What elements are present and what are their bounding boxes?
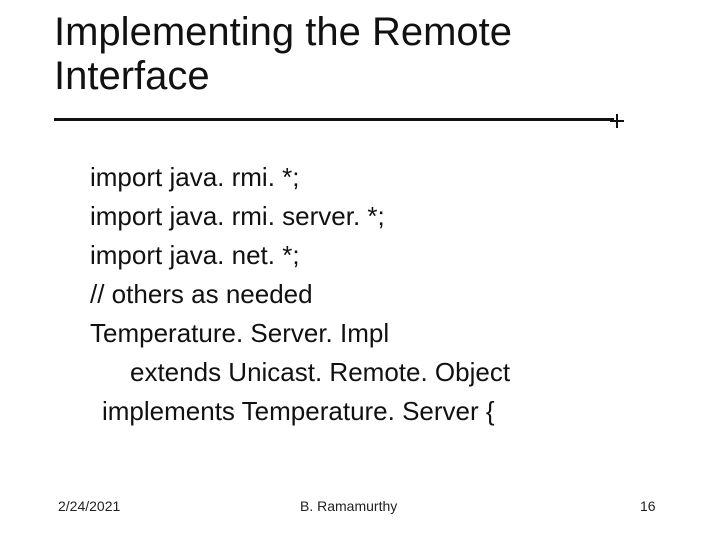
code-line: import java. rmi. server. *; [90, 197, 650, 236]
code-line: Temperature. Server. Impl [90, 314, 650, 353]
title-text: Implementing the Remote Interface [54, 10, 654, 98]
code-line: // others as needed [90, 275, 650, 314]
code-line: extends Unicast. Remote. Object [90, 353, 650, 392]
slide: Implementing the Remote Interface import… [0, 0, 720, 540]
footer-page-number: 16 [640, 498, 656, 514]
footer-author: B. Ramamurthy [300, 498, 397, 514]
footer-date: 2/24/2021 [58, 498, 120, 514]
title-underline [54, 118, 614, 121]
code-line: implements Temperature. Server { [90, 392, 650, 431]
code-line: import java. rmi. *; [90, 158, 650, 197]
slide-title: Implementing the Remote Interface [54, 10, 654, 98]
code-line: import java. net. *; [90, 236, 650, 275]
corner-accent-icon [610, 114, 624, 128]
code-body: import java. rmi. *; import java. rmi. s… [90, 158, 650, 431]
